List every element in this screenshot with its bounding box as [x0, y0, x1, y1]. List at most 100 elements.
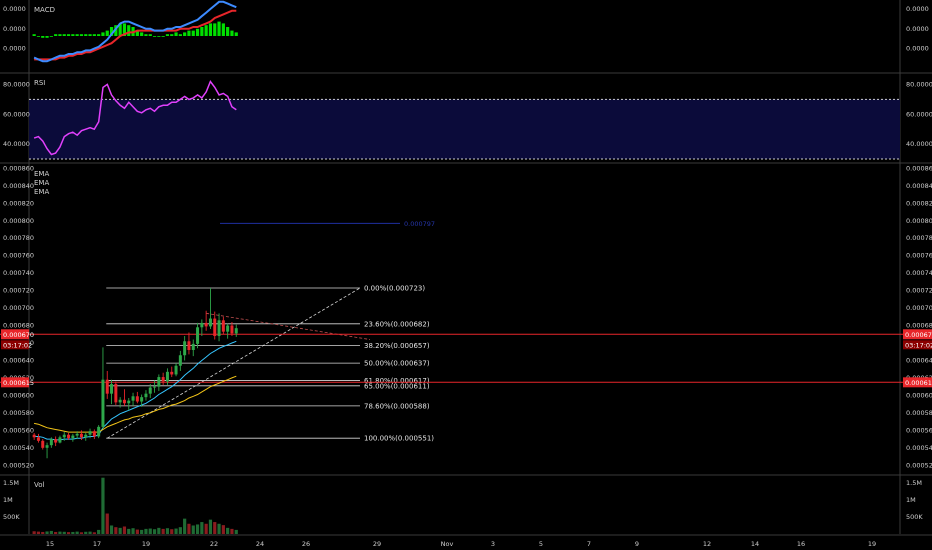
candle [200, 319, 204, 337]
y-tick-right: 0.000700 [906, 304, 932, 312]
volume-bar [36, 531, 41, 534]
macd-histogram-bar [92, 34, 96, 36]
countdown-left: 03:17:02 [3, 341, 32, 349]
y-tick-left: 0.0000 [3, 5, 26, 13]
candle [174, 363, 178, 377]
y-tick-right: 0.0000 [906, 25, 929, 33]
volume-bar [97, 529, 101, 534]
candle-body [79, 433, 83, 438]
candle-body [71, 435, 75, 439]
macd-histogram-bar [191, 30, 195, 36]
y-tick-left: 500K [3, 513, 20, 521]
x-tick: 5 [539, 540, 543, 548]
y-tick-left: 0.000720 [3, 287, 34, 295]
candle-body [230, 325, 234, 334]
volume-bar [148, 528, 152, 534]
y-tick-left: 0.0000 [3, 45, 26, 53]
candle-body [157, 377, 161, 387]
y-tick-left: 0.000740 [3, 269, 34, 277]
countdown-right: 03:17:02 [905, 341, 932, 349]
stock-chart[interactable]: MACD 0.0000 0.0000 0.0000 0.0000 0.0000 0.0000… [0, 0, 932, 550]
volume-bar [62, 531, 66, 534]
candle-body [36, 437, 40, 441]
y-tick-left: 0.000680 [3, 322, 34, 330]
candle-body [165, 371, 169, 382]
x-tick: 7 [587, 540, 591, 548]
candle [157, 374, 161, 392]
x-tick: 17 [93, 540, 101, 548]
y-tick-right: 0.0000 [906, 5, 929, 13]
macd-histogram-bar [62, 34, 66, 36]
volume-bar [208, 519, 213, 534]
volume-bar [174, 528, 178, 534]
candle [191, 339, 195, 357]
volume-bar [217, 523, 221, 534]
candle [217, 313, 221, 342]
macd-histogram-bar [75, 34, 79, 36]
candle-body [114, 384, 118, 403]
candle-body [183, 341, 187, 356]
candle [196, 322, 200, 349]
volume-bar [226, 527, 230, 534]
macd-histogram-bar [226, 27, 230, 36]
volume-bar [165, 528, 170, 534]
y-tick-left: 0.000780 [3, 234, 34, 242]
candle [101, 347, 105, 429]
candle-body [105, 379, 109, 394]
volume-bar [204, 523, 208, 534]
candle [170, 366, 174, 378]
x-tick: 26 [302, 540, 310, 548]
candle-body [88, 431, 92, 435]
candle-body [32, 434, 36, 438]
candle [97, 425, 101, 439]
rsi-label: RSI [34, 79, 45, 87]
candle [122, 389, 126, 406]
candle [226, 323, 230, 339]
candle-body [200, 322, 204, 328]
candle-body [92, 431, 96, 437]
volume-bar [118, 527, 122, 534]
rsi-band-fill [29, 99, 900, 160]
y-tick-right: 0.0000 [906, 45, 929, 53]
volume-bar [49, 530, 53, 534]
y-tick-right: 0.000800 [906, 217, 932, 225]
macd-histogram-bar [54, 34, 58, 36]
candle [208, 288, 212, 330]
macd-histogram-bar [161, 36, 165, 37]
y-tick-left: 60.0000 [3, 110, 30, 118]
volume-label: Vol [34, 481, 45, 489]
candle [114, 381, 118, 406]
fib-level-label: 0.00%(0.000723) [364, 285, 425, 293]
candle-body [234, 328, 238, 334]
volume-bar [122, 526, 127, 534]
candle [187, 332, 191, 355]
candle-body [97, 426, 101, 437]
candle-body [174, 365, 178, 375]
volume-bar [114, 527, 118, 534]
y-tick-right: 500K [906, 513, 923, 521]
candle-body [41, 440, 45, 448]
y-tick-left: 0.000600 [3, 391, 34, 399]
volume-bar [178, 527, 182, 534]
candle [92, 429, 96, 440]
candle [45, 442, 49, 459]
macd-histogram-bar [204, 25, 208, 36]
candle-body [127, 400, 131, 404]
candle-body [191, 343, 195, 350]
macd-histogram-bar [174, 32, 178, 36]
y-tick-left: 0.000640 [3, 356, 34, 364]
y-tick-right: 0.000720 [906, 287, 932, 295]
y-tick-right: 1.5M [906, 479, 922, 487]
ema-label: EMA [34, 179, 49, 187]
candle-body [131, 396, 135, 401]
level-badge-right: 0.000615 [905, 379, 932, 387]
y-tick-right: 0.000760 [906, 252, 932, 260]
y-tick-left: 0.000840 [3, 182, 34, 190]
y-tick-right: 0.000560 [906, 426, 932, 434]
x-tick: 14 [751, 540, 759, 548]
candle-body [118, 399, 122, 403]
volume-bar [92, 532, 96, 534]
candle-body [208, 318, 212, 327]
candle-body [58, 437, 62, 443]
candle-body [101, 379, 105, 427]
